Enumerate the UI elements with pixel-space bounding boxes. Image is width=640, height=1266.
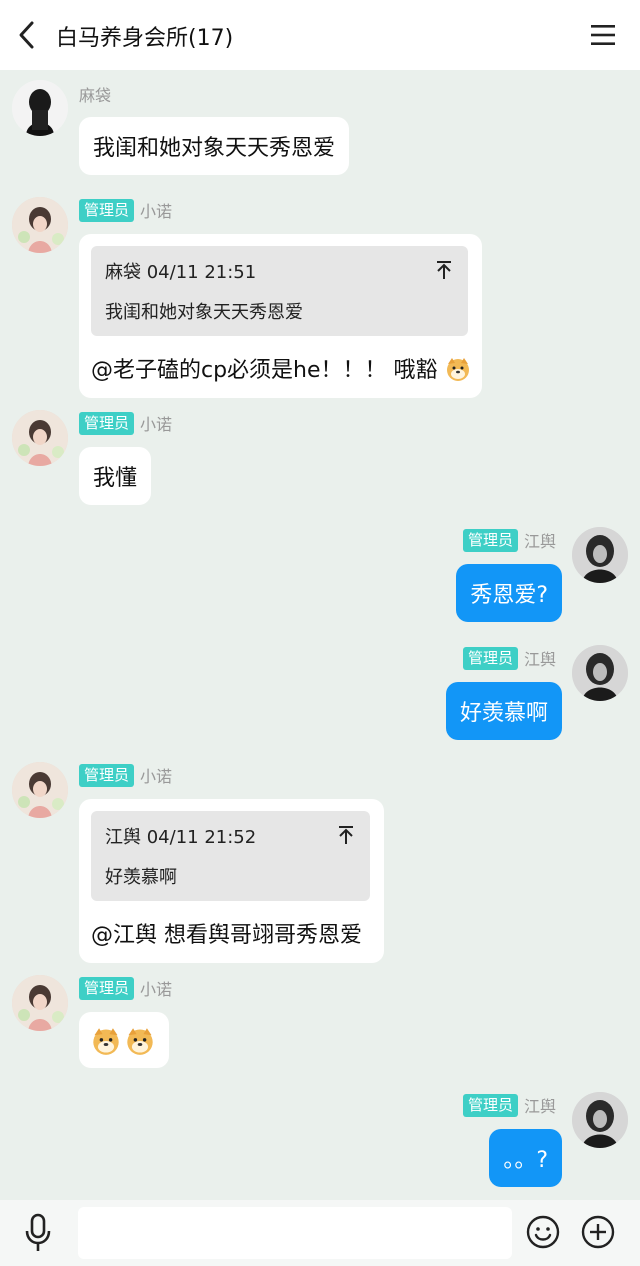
- sender-name: 小诺: [140, 415, 173, 434]
- sender-name: 江舆: [523, 1097, 556, 1116]
- message-bubble[interactable]: 秀恩爱?: [456, 564, 562, 622]
- input-bar: [0, 1200, 640, 1266]
- sender-name: 小诺: [140, 202, 173, 221]
- admin-badge: 管理员: [79, 763, 135, 787]
- admin-badge: 管理员: [79, 411, 135, 435]
- avatar[interactable]: [572, 1092, 628, 1148]
- avatar[interactable]: [572, 527, 628, 583]
- quote-text: 我闺和她对象天天秀恩爱: [105, 302, 303, 323]
- sender-name: 江舆: [523, 650, 556, 669]
- message-text: 我懂: [93, 466, 138, 491]
- sender-name: 江舆: [523, 532, 556, 551]
- message-input[interactable]: [78, 1207, 512, 1259]
- admin-badge: 管理员: [462, 528, 518, 552]
- menu-icon: [591, 25, 615, 45]
- admin-badge: 管理员: [462, 646, 518, 670]
- emoji-icon: [526, 1215, 560, 1249]
- message-bubble[interactable]: 。。?: [489, 1129, 562, 1187]
- message-bubble[interactable]: 江舆 04/11 21:52 好羡慕啊 @江舆 想看舆哥翊哥秀恩爱: [79, 799, 384, 963]
- avatar[interactable]: [12, 410, 68, 466]
- back-button[interactable]: [14, 18, 44, 52]
- quoted-message[interactable]: 江舆 04/11 21:52 好羡慕啊: [91, 811, 370, 901]
- message-text: 好羡慕啊: [459, 701, 548, 726]
- quoted-message[interactable]: 麻袋 04/11 21:51 我闺和她对象天天秀恩爱: [91, 246, 468, 336]
- emoji-button[interactable]: [526, 1215, 560, 1249]
- admin-badge: 管理员: [462, 1093, 518, 1117]
- sender-name: 麻袋: [79, 86, 112, 105]
- message-bubble[interactable]: 我闺和她对象天天秀恩爱: [79, 117, 350, 175]
- message-text: 秀恩爱?: [470, 583, 548, 608]
- avatar[interactable]: [12, 975, 68, 1031]
- quote-text: 好羡慕啊: [105, 867, 177, 888]
- dog-emoji-icon: [93, 1028, 119, 1055]
- quote-header: 麻袋 04/11 21:51: [105, 262, 257, 283]
- quote-jump-icon[interactable]: [436, 260, 452, 280]
- chat-title: 白马养身会所(17): [56, 26, 234, 51]
- message-bubble[interactable]: 我懂: [79, 447, 152, 505]
- voice-button[interactable]: [24, 1213, 52, 1253]
- quote-header: 江舆 04/11 21:52: [105, 827, 257, 848]
- dog-emoji-icon: [446, 358, 469, 381]
- menu-button[interactable]: [590, 22, 616, 48]
- message-bubble[interactable]: 麻袋 04/11 21:51 我闺和她对象天天秀恩爱 @老子磕的cp必须是he！…: [79, 234, 482, 398]
- avatar[interactable]: [12, 80, 68, 136]
- sender-name: 小诺: [140, 767, 173, 786]
- message-text: @老子磕的cp必须是he！！！ 哦豁: [91, 358, 438, 383]
- quote-jump-icon[interactable]: [338, 825, 354, 845]
- mic-icon: [25, 1213, 51, 1251]
- message-bubble[interactable]: 好羡慕啊: [445, 682, 562, 740]
- avatar[interactable]: [12, 197, 68, 253]
- sender-name: 小诺: [140, 980, 173, 999]
- avatar[interactable]: [572, 645, 628, 701]
- message-text: 我闺和她对象天天秀恩爱: [93, 136, 336, 161]
- dog-emoji-icon: [127, 1028, 153, 1055]
- avatar[interactable]: [12, 762, 68, 818]
- plus-icon: [581, 1215, 615, 1249]
- admin-badge: 管理员: [79, 976, 135, 1000]
- admin-badge: 管理员: [79, 198, 135, 222]
- more-button[interactable]: [581, 1215, 615, 1249]
- back-icon: [19, 21, 34, 49]
- message-text: 。。?: [503, 1148, 548, 1173]
- message-text: @江舆 想看舆哥翊哥秀恩爱: [91, 923, 362, 948]
- top-bar: 白马养身会所(17): [0, 0, 640, 70]
- message-bubble[interactable]: [79, 1012, 169, 1068]
